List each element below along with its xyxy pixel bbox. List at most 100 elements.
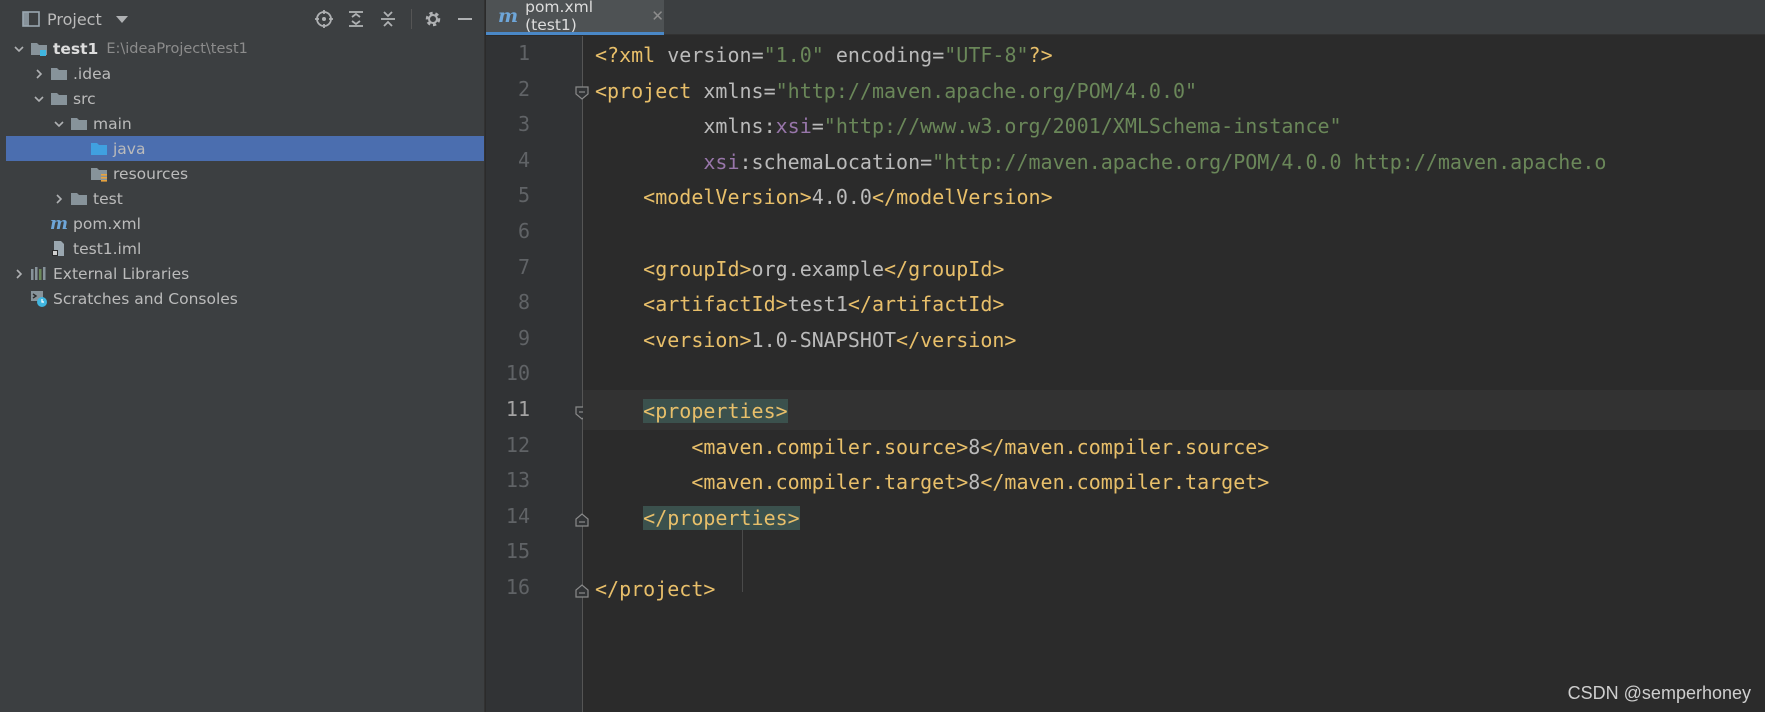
code-line[interactable]: <properties> <box>583 390 1765 430</box>
line-number[interactable]: 16 <box>490 575 530 599</box>
code-line[interactable] <box>583 354 1765 394</box>
line-number[interactable]: 13 <box>490 468 530 492</box>
folder-icon <box>70 191 88 207</box>
tab-label: pom.xml (test1) <box>525 0 594 34</box>
watermark: CSDN @semperhoney <box>1567 683 1751 703</box>
close-icon[interactable]: ✕ <box>651 7 664 25</box>
line-number[interactable]: 6 <box>490 219 530 243</box>
line-number[interactable]: 4 <box>490 148 530 172</box>
hide-panel-icon[interactable] <box>454 8 476 30</box>
project-panel-title: Project <box>47 9 102 29</box>
code-line[interactable] <box>583 212 1765 252</box>
tree-item-resources[interactable]: resources <box>6 161 484 186</box>
chevron-down-icon[interactable] <box>52 117 66 131</box>
line-number[interactable]: 2 <box>490 77 530 101</box>
tree-item-label: test1 <box>53 39 99 58</box>
line-number[interactable]: 5 <box>490 183 530 207</box>
tree-item-label: test <box>93 189 123 208</box>
module-folder-icon <box>30 41 48 57</box>
code-line[interactable]: <groupId>org.example</groupId> <box>583 248 1765 288</box>
code-line-text: <properties> <box>643 399 788 423</box>
line-number[interactable]: 3 <box>490 112 530 136</box>
expand-all-icon[interactable] <box>345 8 367 30</box>
line-number[interactable]: 15 <box>490 539 530 563</box>
line-number[interactable]: 8 <box>490 290 530 314</box>
project-panel-header: Project <box>6 0 484 38</box>
code-line-text: <project xmlns="http://maven.apache.org/… <box>595 78 1198 103</box>
line-number[interactable]: 9 <box>490 326 530 350</box>
editor-area: m pom.xml (test1) ✕ 1 2 3 4 5 6 7 8 9 10 11 12 13 14 1… <box>486 0 1765 712</box>
toolbar-separator <box>411 9 412 29</box>
line-number[interactable]: 14 <box>490 504 530 528</box>
locate-icon[interactable] <box>313 8 335 30</box>
tab-pom-xml[interactable]: m pom.xml (test1) ✕ <box>486 0 664 35</box>
chevron-down-icon[interactable] <box>115 15 128 23</box>
code-line-text: <version>1.0-SNAPSHOT</version> <box>643 327 1017 352</box>
tree-item-label: java <box>113 139 146 158</box>
tree-item-external-libraries[interactable]: External Libraries <box>6 261 484 286</box>
tree-item-label: pom.xml <box>73 214 141 233</box>
tree-item-pom-xml[interactable]: m pom.xml <box>6 211 484 236</box>
project-view-selector[interactable]: Project <box>22 4 128 34</box>
tree-item-test1[interactable]: test1 E:\ideaProject\test1 <box>6 36 484 61</box>
tree-item-label: resources <box>113 164 189 183</box>
code-line[interactable]: </project> <box>583 568 1765 608</box>
resources-folder-icon <box>90 166 108 182</box>
folder-icon <box>50 91 68 107</box>
line-number[interactable]: 12 <box>490 433 530 457</box>
collapse-all-icon[interactable] <box>377 8 399 30</box>
tree-item-src[interactable]: src <box>6 86 484 111</box>
code-line[interactable]: xsi:schemaLocation="http://maven.apache.… <box>583 141 1765 181</box>
chevron-down-icon[interactable] <box>32 92 46 106</box>
code-line[interactable]: <artifactId>test1</artifactId> <box>583 283 1765 323</box>
tree-item-java[interactable]: java <box>6 136 484 161</box>
line-number[interactable]: 10 <box>490 361 530 385</box>
tree-item-label: .idea <box>73 64 112 83</box>
project-tool-window: Project test1 E:\ideaProject\test1 .idea sr… <box>0 0 485 712</box>
code-line-text: xmlns:xsi="http://www.w3.org/2001/XMLSch… <box>703 114 1342 139</box>
chevron-right-icon[interactable] <box>32 67 46 81</box>
gear-icon[interactable] <box>422 8 444 30</box>
scratches-icon <box>30 291 48 307</box>
code-line[interactable]: <maven.compiler.source>8</maven.compiler… <box>583 426 1765 466</box>
arrow-spacer <box>72 142 86 156</box>
code-line[interactable]: <project xmlns="http://maven.apache.org/… <box>583 70 1765 110</box>
tree-item-test[interactable]: test <box>6 186 484 211</box>
tree-item-idea[interactable]: .idea <box>6 61 484 86</box>
editor-tab-bar: m pom.xml (test1) ✕ <box>486 0 1765 35</box>
code-line-text: <maven.compiler.target>8</maven.compiler… <box>691 470 1270 495</box>
code-line-text: </project> <box>595 577 716 601</box>
maven-icon: m <box>50 213 68 234</box>
code-editor[interactable]: <?xml version="1.0" encoding="UTF-8"?> <p… <box>583 36 1765 712</box>
code-line[interactable] <box>583 532 1765 572</box>
libraries-icon <box>30 266 48 282</box>
code-line[interactable]: <version>1.0-SNAPSHOT</version> <box>583 319 1765 359</box>
code-line[interactable]: <?xml version="1.0" encoding="UTF-8"?> <box>583 34 1765 74</box>
code-line[interactable]: <modelVersion>4.0.0</modelVersion> <box>583 176 1765 216</box>
iml-file-icon <box>50 241 68 257</box>
tree-item-label: test1.iml <box>73 239 142 258</box>
tree-item-path: E:\ideaProject\test1 <box>106 40 248 57</box>
code-line[interactable]: </properties> <box>583 497 1765 537</box>
tree-item-scratches-and-consoles[interactable]: Scratches and Consoles <box>6 286 484 311</box>
folder-icon <box>50 66 68 82</box>
arrow-spacer <box>32 242 46 256</box>
code-line-text: </properties> <box>643 505 800 530</box>
project-tree: test1 E:\ideaProject\test1 .idea src main jav… <box>6 36 484 311</box>
tree-item-label: main <box>93 114 132 133</box>
line-number[interactable]: 11 <box>490 397 530 421</box>
source-folder-icon <box>90 141 108 157</box>
code-line[interactable]: <maven.compiler.target>8</maven.compiler… <box>583 461 1765 501</box>
arrow-spacer <box>12 292 26 306</box>
chevron-right-icon[interactable] <box>52 192 66 206</box>
line-number[interactable]: 7 <box>490 255 530 279</box>
folder-icon <box>70 116 88 132</box>
code-line-text: <groupId>org.example</groupId> <box>643 256 1005 281</box>
line-number[interactable]: 1 <box>490 41 530 65</box>
tree-item-main[interactable]: main <box>6 111 484 136</box>
tree-item-test1-iml[interactable]: test1.iml <box>6 236 484 261</box>
chevron-down-icon[interactable] <box>12 42 26 56</box>
panel-toolbar <box>303 8 476 30</box>
chevron-right-icon[interactable] <box>12 267 26 281</box>
code-line[interactable]: xmlns:xsi="http://www.w3.org/2001/XMLSch… <box>583 105 1765 145</box>
